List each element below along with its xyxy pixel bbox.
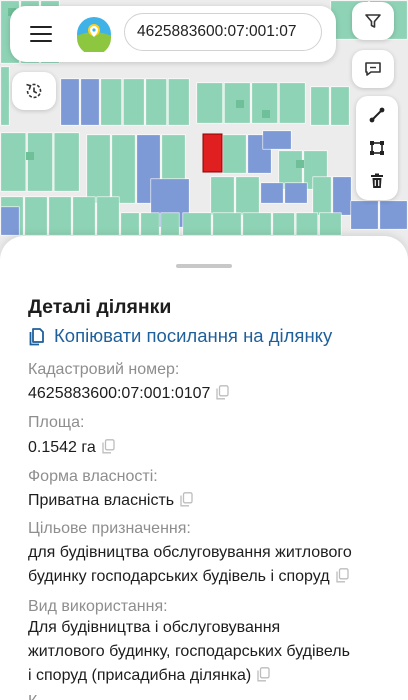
top-search-bar — [10, 6, 336, 62]
map-parcel[interactable] — [260, 182, 284, 204]
copy-link-button[interactable]: Копіювати посилання на ділянку — [28, 324, 332, 348]
map-parcel[interactable] — [0, 66, 10, 126]
copy-icon[interactable] — [180, 492, 193, 507]
map-parcel[interactable] — [278, 82, 306, 124]
map-parcel[interactable] — [53, 132, 80, 192]
sheet-drag-handle[interactable] — [176, 264, 232, 268]
purpose-label: Цільове призначення: — [28, 520, 191, 537]
ownership-label: Форма власності: — [28, 468, 158, 485]
usage-value-line-2: житлового будинку, господарських будівел… — [28, 643, 350, 660]
ownership-value-row: Приватна власність — [28, 489, 380, 513]
sheet-title: Деталі ділянки — [28, 296, 172, 318]
filter-icon — [365, 14, 381, 28]
map-parcel[interactable] — [80, 78, 100, 126]
map-parcel[interactable] — [100, 78, 123, 126]
map-parcel[interactable] — [145, 78, 168, 126]
map-parcel[interactable] — [96, 196, 120, 236]
map-parcel[interactable] — [235, 176, 260, 216]
map-parcel[interactable] — [295, 212, 319, 236]
hamburger-icon-bar — [30, 33, 52, 35]
map-parcel[interactable] — [123, 78, 145, 126]
copy-icon — [29, 328, 44, 346]
area-label: Площа: — [28, 414, 85, 431]
area-value-row: 0.1542 га — [28, 436, 380, 460]
delete-drawing-button[interactable] — [356, 164, 398, 198]
usage-value-row: Для будівництва і обслуговування житлово… — [28, 616, 380, 688]
cadastral-label: Кадастровий номер: — [28, 361, 180, 378]
purpose-value-line-1: для будівництва обслуговування житлового — [28, 544, 352, 561]
polygon-area-icon — [370, 141, 384, 155]
map-parcel[interactable] — [312, 176, 332, 216]
map-parcel[interactable] — [210, 176, 235, 216]
map-parcel[interactable] — [330, 86, 350, 126]
menu-button[interactable] — [24, 22, 58, 46]
cadastral-value: 4625883600:07:001:0107 — [28, 385, 211, 402]
app-logo[interactable] — [76, 16, 112, 52]
map-parcel[interactable] — [0, 206, 20, 236]
copy-icon[interactable] — [335, 568, 349, 583]
measure-line-button[interactable] — [356, 98, 398, 132]
cadastral-value-row: 4625883600:07:001:0107 — [28, 382, 380, 406]
map-parcel[interactable] — [140, 212, 160, 236]
map-parcel[interactable] — [196, 82, 224, 124]
chat-icon — [365, 62, 381, 76]
ownership-value: Приватна власність — [28, 492, 175, 509]
history-button[interactable] — [12, 72, 56, 110]
map-parcel[interactable] — [212, 212, 242, 236]
map-parcel[interactable] — [24, 196, 48, 236]
map-parcel[interactable] — [72, 196, 96, 236]
copy-icon[interactable] — [257, 667, 270, 682]
map-parcel[interactable] — [182, 212, 212, 236]
usage-value-line-1: Для будівництва і обслуговування — [28, 619, 281, 636]
ruler-line-icon — [369, 107, 385, 123]
map-parcel[interactable] — [27, 132, 53, 192]
usage-label: Вид використання: — [28, 598, 168, 615]
search-input[interactable] — [124, 13, 322, 51]
map-parcel[interactable] — [222, 134, 247, 174]
feedback-button[interactable] — [352, 50, 394, 88]
map-parcel[interactable] — [160, 212, 180, 236]
map-parcel[interactable] — [0, 132, 27, 192]
history-icon — [26, 83, 42, 99]
copy-icon[interactable] — [216, 385, 230, 400]
hamburger-icon-bar — [30, 40, 52, 42]
map-building — [236, 100, 244, 108]
map-parcel[interactable] — [168, 78, 190, 126]
drawing-tools-panel — [356, 96, 398, 200]
trash-icon — [371, 173, 383, 188]
map-parcel[interactable] — [60, 78, 80, 126]
map-parcel[interactable] — [284, 182, 308, 204]
map-parcel[interactable] — [111, 134, 136, 204]
purpose-value-line-2: будинку господарських будівель і споруд — [28, 568, 330, 585]
map-parcel[interactable] — [48, 196, 72, 236]
copy-link-label: Копіювати посилання на ділянку — [54, 325, 333, 346]
area-value: 0.1542 га — [28, 439, 96, 456]
map-parcel[interactable] — [272, 212, 295, 236]
map-parcel[interactable] — [242, 212, 272, 236]
map-parcel[interactable] — [262, 130, 292, 150]
selected-parcel[interactable] — [202, 133, 223, 173]
hamburger-icon — [30, 26, 52, 28]
map-building — [262, 110, 270, 118]
purpose-value-row: для будівництва обслуговування житлового… — [28, 541, 380, 589]
map-building — [26, 152, 34, 160]
parcel-details-sheet: Деталі ділянки Копіювати посилання на ді… — [0, 236, 408, 700]
map-parcel[interactable] — [86, 134, 111, 204]
measure-area-button[interactable] — [356, 131, 398, 165]
filter-button[interactable] — [352, 2, 394, 40]
map-building — [296, 160, 304, 168]
map-parcel[interactable] — [332, 176, 352, 216]
next-field-label: К — [28, 693, 37, 700]
copy-icon[interactable] — [102, 439, 115, 454]
map-parcel[interactable] — [350, 200, 379, 230]
usage-value-line-3: і споруд (присадибна ділянка) — [28, 667, 252, 684]
map-parcel[interactable] — [120, 212, 140, 236]
map-parcel[interactable] — [319, 212, 342, 236]
map-parcel[interactable] — [310, 86, 330, 126]
map-parcel[interactable] — [379, 200, 408, 230]
